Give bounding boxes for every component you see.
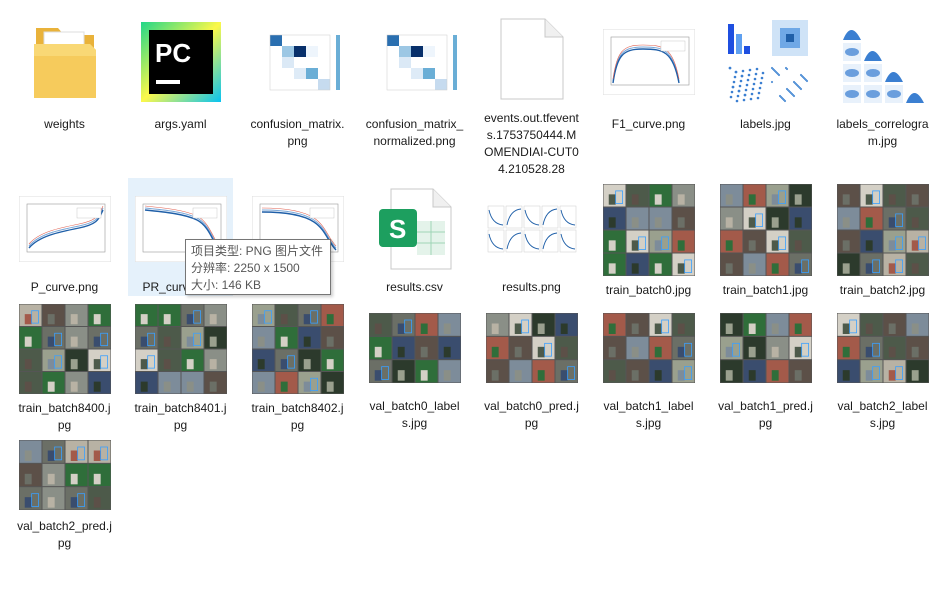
file-item[interactable]: labels_correlogram.jpg [830, 8, 935, 178]
file-item[interactable]: train_batch8402.jpg [245, 298, 350, 432]
file-item[interactable]: val_batch1_pred.jpg [713, 298, 818, 432]
photo-mosaic-thumbnail [250, 304, 346, 394]
file-item[interactable]: val_batch2_pred.jpg [12, 432, 117, 552]
tooltip-size: 大小: 146 KB [191, 278, 262, 292]
file-name: events.out.tfevents.1753750444.MOMENDIAI… [484, 111, 579, 176]
photo-mosaic-thumbnail [17, 438, 113, 512]
file-item[interactable]: events.out.tfevents.1753750444.MOMENDIAI… [479, 8, 584, 178]
svg-text:PC: PC [155, 38, 191, 68]
file-name: val_batch0_labels.jpg [369, 399, 460, 430]
file-name: val_batch0_pred.jpg [484, 399, 579, 430]
photo-mosaic-thumbnail [601, 304, 697, 392]
file-item[interactable]: val_batch2_labels.jpg [830, 298, 935, 432]
results-chart-thumbnail [484, 184, 580, 273]
file-item[interactable]: train_batch8400.jpg [12, 298, 117, 432]
file-item[interactable]: PC args.yaml [128, 8, 233, 178]
correlogram-thumbnail [835, 14, 931, 110]
file-item[interactable]: train_batch1.jpg [713, 178, 818, 297]
file-name: F1_curve.png [611, 117, 686, 131]
file-item[interactable]: P_curve.png [12, 178, 117, 296]
photo-mosaic-thumbnail [17, 304, 113, 394]
photo-mosaic-thumbnail [835, 304, 931, 392]
file-name: labels_correlogram.jpg [836, 117, 929, 148]
blank-file-icon [484, 14, 580, 104]
file-item[interactable]: train_batch2.jpg [830, 178, 935, 297]
file-name: train_batch8401.jpg [134, 401, 227, 432]
photo-mosaic-thumbnail [718, 184, 814, 276]
curve-chart-thumbnail [601, 14, 697, 110]
file-name: train_batch8400.jpg [18, 401, 111, 432]
file-item[interactable]: train_batch0.jpg [596, 178, 701, 297]
photo-mosaic-thumbnail [718, 304, 814, 392]
file-item[interactable]: results.png [479, 178, 584, 296]
file-name: confusion_matrix_normalized.png [365, 117, 464, 148]
file-name: train_batch8402.jpg [251, 401, 344, 432]
file-item[interactable]: val_batch1_labels.jpg [596, 298, 701, 432]
file-name: val_batch1_pred.jpg [718, 399, 813, 430]
file-tooltip: 项目类型: PNG 图片文件 分辨率: 2250 x 1500 大小: 146 … [185, 239, 331, 295]
file-item[interactable]: weights [12, 8, 117, 178]
file-item[interactable]: confusion_matrix_normalized.png [362, 8, 467, 178]
file-item[interactable]: F1_curve.png [596, 8, 701, 178]
file-name: P_curve.png [30, 280, 99, 294]
tooltip-type: 项目类型: PNG 图片文件 [191, 244, 324, 258]
svg-text:S: S [389, 214, 406, 244]
file-name: results.png [502, 280, 561, 294]
folder-icon [17, 14, 113, 110]
file-name: val_batch2_labels.jpg [837, 399, 928, 430]
curve-chart-thumbnail [17, 184, 113, 273]
spreadsheet-icon: S [367, 184, 463, 273]
file-item[interactable]: labels.jpg [713, 8, 818, 178]
file-name: train_batch0.jpg [605, 283, 692, 297]
file-name: args.yaml [154, 117, 207, 131]
file-name: labels.jpg [740, 117, 791, 131]
file-item[interactable]: train_batch8401.jpg [128, 298, 233, 432]
file-grid: weights PC args.yaml confusion_matrix.png co… [0, 0, 945, 595]
file-name: train_batch2.jpg [839, 283, 926, 297]
file-item[interactable]: val_batch0_pred.jpg [479, 298, 584, 432]
file-item[interactable]: val_batch0_labels.jpg [362, 298, 467, 432]
photo-mosaic-thumbnail [601, 184, 697, 276]
file-name: results.csv [386, 280, 443, 294]
confusion-matrix-normalized-thumbnail [367, 14, 463, 110]
file-item[interactable]: confusion_matrix.png [245, 8, 350, 178]
file-item[interactable]: Sresults.csv [362, 178, 467, 296]
photo-mosaic-thumbnail [484, 304, 580, 392]
file-name: val_batch1_labels.jpg [603, 399, 694, 430]
file-name: train_batch1.jpg [722, 283, 809, 297]
photo-mosaic-thumbnail [133, 304, 229, 394]
photo-mosaic-thumbnail [835, 184, 931, 276]
labels-thumbnail [718, 14, 814, 110]
tooltip-resolution: 分辨率: 2250 x 1500 [191, 261, 300, 275]
file-name: weights [44, 117, 85, 131]
photo-mosaic-thumbnail [367, 304, 463, 392]
file-name: confusion_matrix.png [250, 117, 345, 148]
confusion-matrix-thumbnail [250, 14, 346, 110]
file-name: val_batch2_pred.jpg [17, 519, 112, 550]
pycharm-icon: PC [133, 14, 229, 110]
